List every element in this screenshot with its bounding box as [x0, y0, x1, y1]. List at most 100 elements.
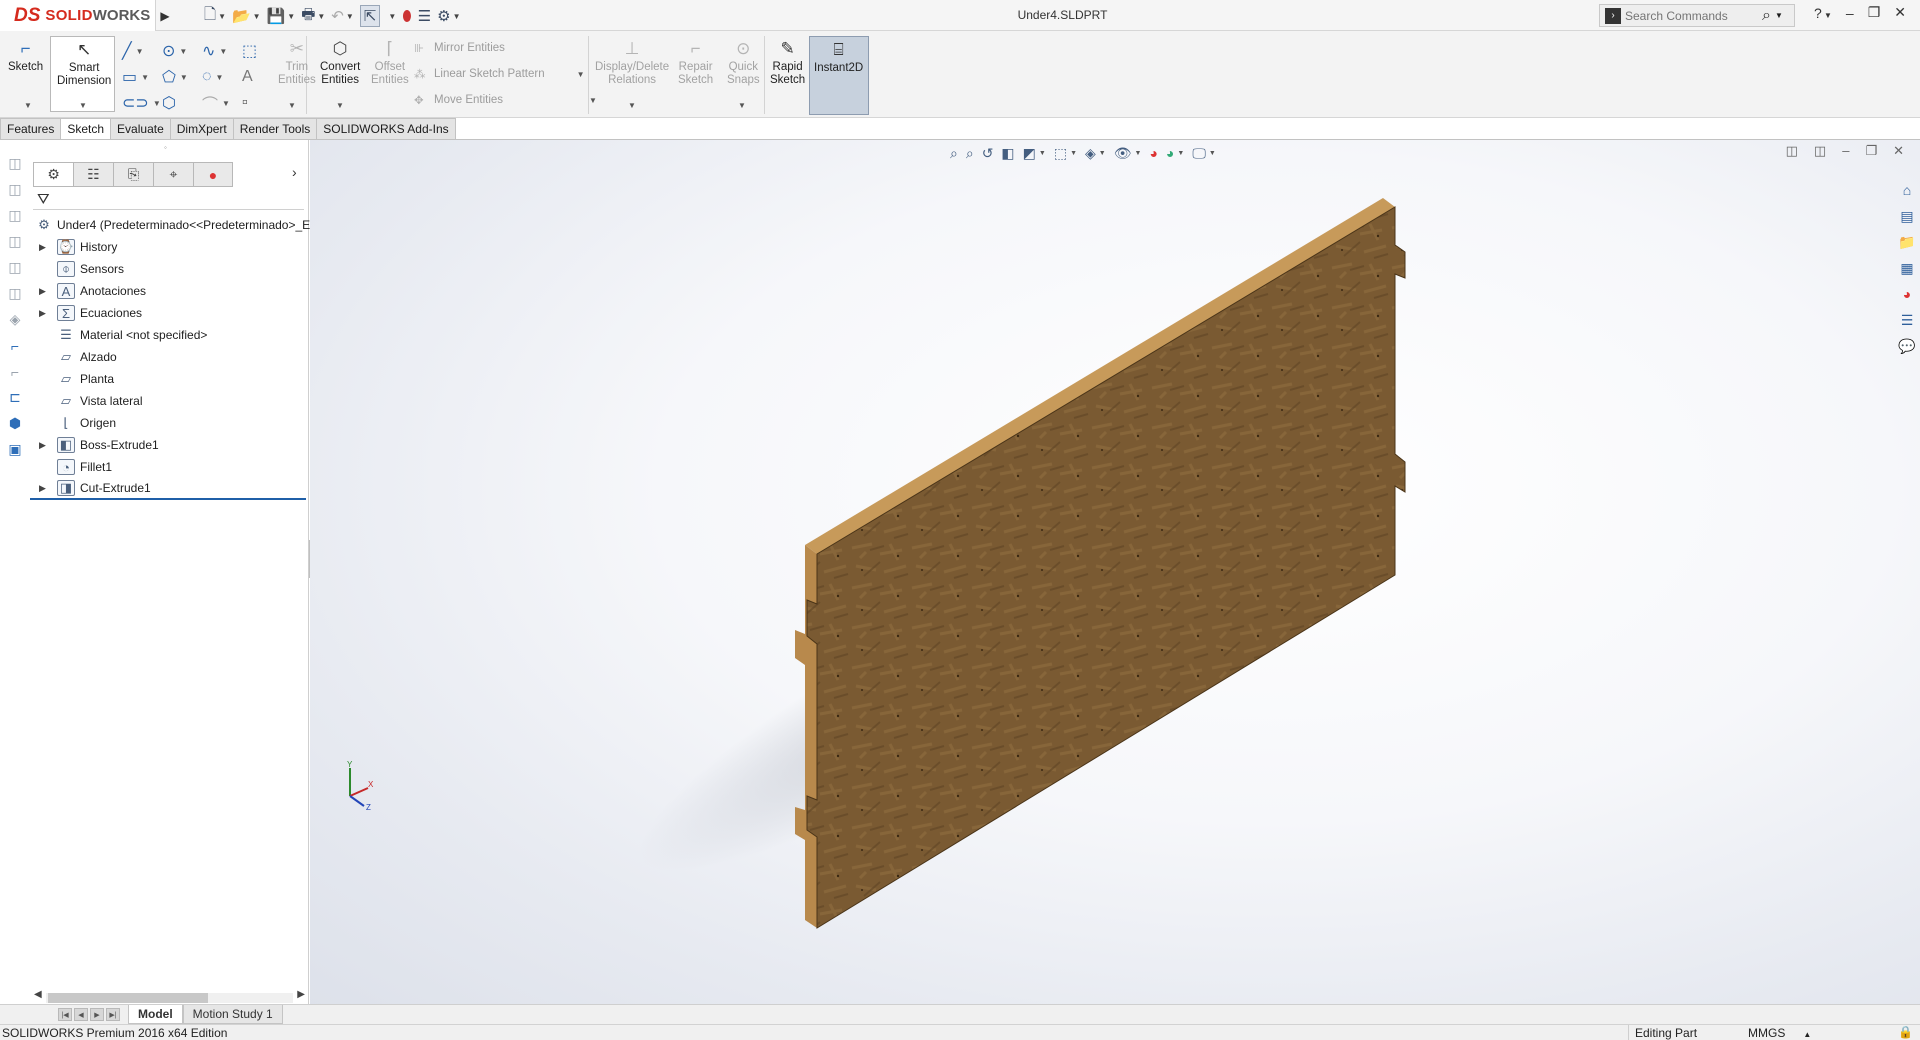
file-properties-icon[interactable]: ☰: [418, 5, 431, 27]
hole-icon[interactable]: ◫: [5, 284, 25, 303]
featuremanager-tab-icon[interactable]: ⚙: [33, 162, 73, 187]
line-icon[interactable]: ╱ ▼: [122, 38, 162, 64]
save-icon[interactable]: 💾 ▼: [267, 5, 296, 27]
linear-pattern-button[interactable]: ⁂ Linear Sketch Pattern ▼: [414, 67, 597, 81]
options-gear-icon[interactable]: ⚙ ▼: [437, 5, 460, 27]
search-commands-box[interactable]: › ⌕ ▼: [1599, 4, 1795, 27]
minimize-icon[interactable]: –: [1846, 5, 1854, 21]
tab-model[interactable]: Model: [128, 1005, 183, 1024]
snaps-dropdown-icon[interactable]: ▼: [738, 101, 746, 110]
search-dropdown-icon[interactable]: ▼: [1775, 11, 1783, 20]
smart-dimension-button[interactable]: ↖ Smart Dimension ▼: [50, 36, 115, 112]
rectangle-icon[interactable]: ▭ ▼: [122, 64, 162, 90]
unit-system-selector[interactable]: MMGS ▲: [1748, 1025, 1858, 1040]
circle-icon[interactable]: ⊙ ▼: [162, 38, 202, 64]
extrude-icon[interactable]: ◫: [5, 154, 25, 173]
view-orientation-icon[interactable]: ⬢: [5, 414, 25, 433]
expand-arrow-icon[interactable]: ▶: [39, 440, 49, 451]
tab-sketch[interactable]: Sketch: [60, 118, 111, 140]
graphics-area[interactable]: ⌕ ⌕ ↺ ◧ ◩ ▼ ⬚ ▼ ◈ ▼ 👁 ▼ ◕ ◕ ▼ 🖵 ▼ ◫ ◫ – ❐ ✕ ⌂ …: [310, 140, 1920, 1010]
select-cursor-icon[interactable]: ⇱: [359, 5, 381, 27]
wood-board-model[interactable]: [310, 140, 1920, 1010]
tab-motion-study[interactable]: Motion Study 1: [182, 1005, 283, 1024]
sketch-button[interactable]: ⌐ Sketch: [8, 37, 43, 74]
tree-item-annotations[interactable]: ▶ A Anotaciones: [30, 280, 309, 302]
revolve-icon[interactable]: ◫: [5, 180, 25, 199]
configurationmanager-tab-icon[interactable]: ⎘: [113, 162, 153, 187]
scroll-right-icon[interactable]: ▶: [297, 989, 305, 1000]
tree-filter[interactable]: ⛛: [33, 190, 304, 210]
spline-icon[interactable]: ∿ ▼: [202, 38, 242, 64]
pattern-dropdown-icon[interactable]: ▼: [577, 70, 585, 79]
slot-icon[interactable]: ⊂⊃ ▼: [122, 90, 162, 116]
trim-entities-button[interactable]: ✂ Trim Entities: [278, 37, 316, 87]
section-view-icon[interactable]: ▣: [5, 440, 25, 459]
help-icon[interactable]: ? ▼: [1814, 5, 1832, 21]
units-dropdown-icon[interactable]: ▲: [1803, 1030, 1811, 1039]
text-icon[interactable]: A: [242, 64, 282, 90]
cut-icon[interactable]: ◫: [5, 258, 25, 277]
last-tab-icon[interactable]: ▶|: [106, 1008, 120, 1021]
construction-geometry-icon[interactable]: ⬚: [242, 38, 282, 64]
scroll-left-icon[interactable]: ◀: [34, 989, 42, 1000]
tab-dimxpert[interactable]: DimXpert: [169, 118, 233, 140]
displaymanager-tab-icon[interactable]: ●: [193, 162, 233, 187]
tree-item-right-plane[interactable]: ▱ Vista lateral: [30, 390, 309, 412]
trim-dropdown-icon[interactable]: ▼: [288, 101, 296, 110]
polygon-hex-icon[interactable]: ⬡: [162, 90, 202, 116]
close-icon[interactable]: ✕: [1894, 4, 1906, 21]
first-tab-icon[interactable]: |◀: [58, 1008, 72, 1021]
tree-root-part[interactable]: ⚙ Under4 (Predeterminado<<Predeterminado…: [30, 214, 310, 236]
smart-dimension-dropdown-icon[interactable]: ▼: [79, 101, 87, 110]
tree-item-boss-extrude[interactable]: ▶ ◧ Boss-Extrude1: [30, 434, 309, 456]
expand-arrow-icon[interactable]: ▶: [39, 483, 49, 494]
fillet-sketch-icon[interactable]: ◌ ▼: [202, 64, 242, 90]
tree-item-material[interactable]: ☰ Material <not specified>: [30, 324, 309, 346]
move-entities-button[interactable]: ✥ Move Entities ▼: [414, 93, 597, 107]
tab-features[interactable]: Features: [0, 118, 61, 140]
sketch-3d-icon[interactable]: ⌐: [5, 362, 25, 381]
undo-icon[interactable]: ↶ ▼: [331, 5, 354, 27]
tree-item-front-plane[interactable]: ▱ Alzado: [30, 346, 309, 368]
print-icon[interactable]: 🖶 ▼: [301, 5, 325, 27]
solidworks-logo[interactable]: DS SOLID WORKS: [0, 0, 156, 31]
next-tab-icon[interactable]: ▶: [90, 1008, 104, 1021]
rebuild-warning-icon[interactable]: 🔒: [1898, 1025, 1913, 1039]
dimension-shortcut-icon[interactable]: ⊏: [5, 388, 25, 407]
dimxpertmanager-tab-icon[interactable]: ⌖: [153, 162, 193, 187]
relations-dropdown-icon[interactable]: ▼: [628, 101, 636, 110]
instant2d-button[interactable]: ⌸ Instant2D: [809, 36, 869, 115]
mirror-entities-button[interactable]: ⊪ Mirror Entities: [414, 41, 597, 55]
tree-item-origin[interactable]: ⌊ Origen: [30, 412, 309, 434]
loft-icon[interactable]: ◫: [5, 232, 25, 251]
sketch-dropdown-icon[interactable]: ▼: [24, 101, 32, 110]
sweep-icon[interactable]: ◫: [5, 206, 25, 225]
tab-evaluate[interactable]: Evaluate: [110, 118, 170, 140]
new-document-icon[interactable]: 🗋 ▼: [204, 5, 226, 27]
panel-grip-icon[interactable]: ◦: [164, 143, 167, 152]
tree-item-sensors[interactable]: ⌽ Sensors: [30, 258, 309, 280]
shell-icon[interactable]: ◈: [5, 310, 25, 329]
rebuild-icon[interactable]: ⬮: [402, 5, 411, 27]
rapid-sketch-button[interactable]: ✎ Rapid Sketch: [770, 37, 805, 87]
tree-item-history[interactable]: ▶ ⌚ History: [30, 236, 309, 258]
quick-snaps-button[interactable]: ⊙ Quick Snaps: [727, 37, 760, 87]
open-folder-icon[interactable]: 📂 ▼: [232, 5, 261, 27]
search-icon[interactable]: ⌕: [1762, 7, 1771, 25]
display-delete-relations-button[interactable]: ⊥ Display/Delete Relations: [595, 37, 669, 87]
propertymanager-tab-icon[interactable]: ☷: [73, 162, 113, 187]
convert-entities-button[interactable]: ⬡ Convert Entities: [320, 37, 360, 87]
repair-sketch-button[interactable]: ⌐ Repair Sketch: [678, 37, 713, 87]
restore-icon[interactable]: ❐: [1868, 4, 1881, 21]
arc-icon[interactable]: ⌒ ▼: [202, 90, 242, 116]
scroll-thumb[interactable]: [48, 993, 208, 1003]
tree-item-cut-extrude[interactable]: ▶ ◨ Cut-Extrude1: [30, 478, 306, 500]
expand-arrow-icon[interactable]: ▶: [39, 308, 49, 319]
panel-more-icon[interactable]: ›: [292, 164, 297, 180]
tab-addins[interactable]: SOLIDWORKS Add-Ins: [316, 118, 456, 140]
expand-arrow-icon[interactable]: ▶: [39, 242, 49, 253]
tree-item-equations[interactable]: ▶ Σ Ecuaciones: [30, 302, 309, 324]
tree-item-top-plane[interactable]: ▱ Planta: [30, 368, 309, 390]
move-dropdown-icon[interactable]: ▼: [589, 96, 597, 105]
prev-tab-icon[interactable]: ◀: [74, 1008, 88, 1021]
